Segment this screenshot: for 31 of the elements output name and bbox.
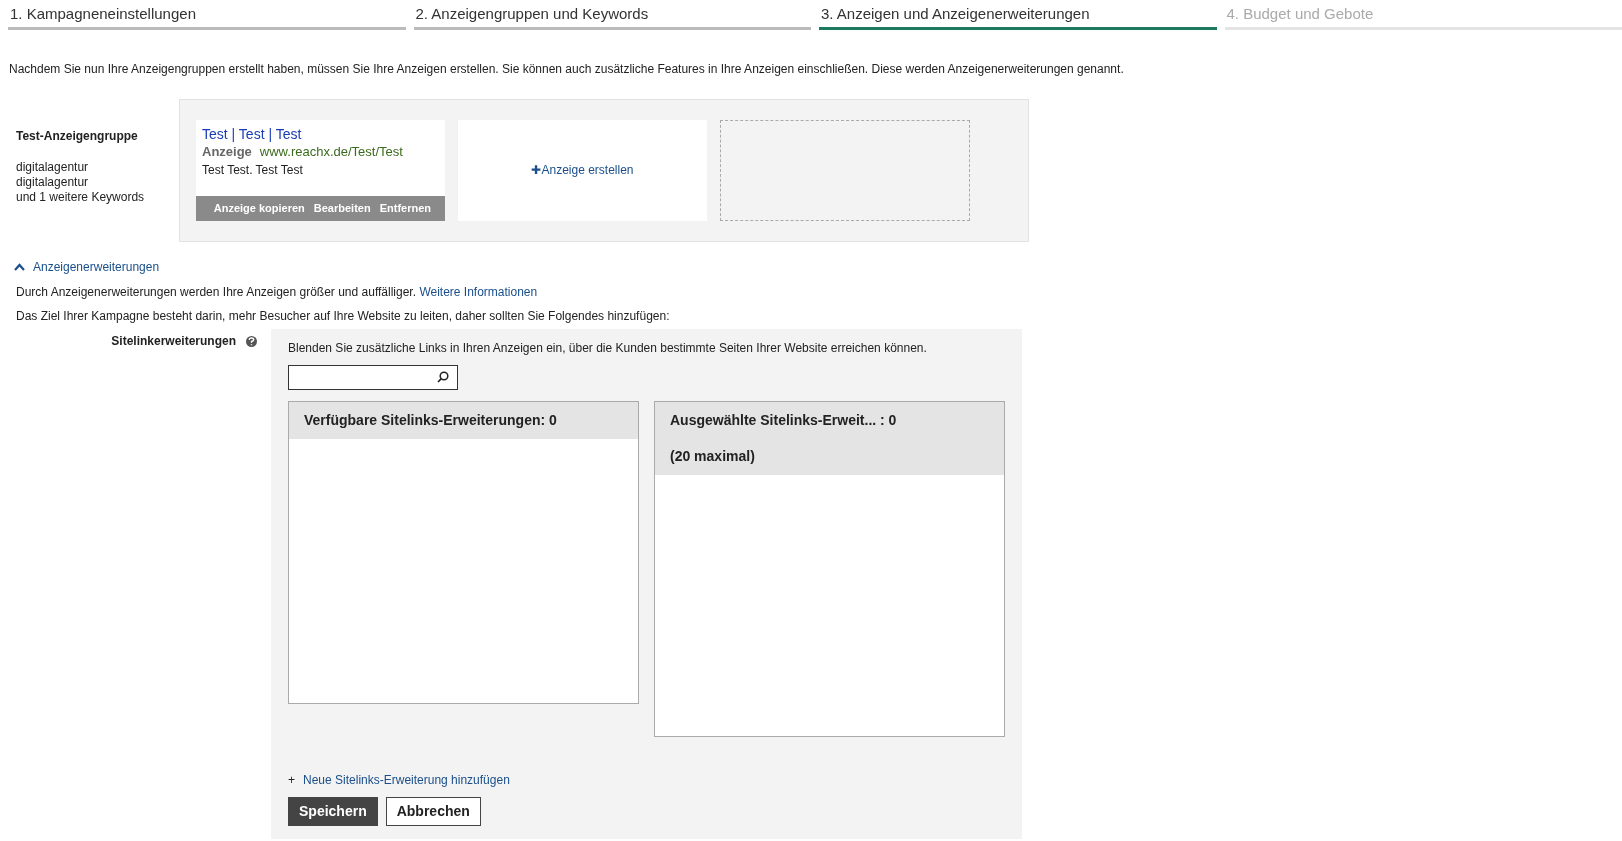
intro-text: Nachdem Sie nun Ihre Anzeigengruppen erstellt haben, müssen Sie Ihre Anzeigen erstellen. Sie können auch zusätzliche Features in Ihre Anzeigen einschließen. Diese werden Anzeigenerweiterungen genannt. — [8, 60, 1125, 78]
step-tab[interactable]: 3. Anzeigen und Anzeigenerweiterungen — [819, 3, 1217, 30]
ad-description: Test Test. Test Test — [202, 162, 304, 179]
step-tab[interactable]: 2. Anzeigengruppen und Keywords — [413, 3, 811, 30]
create-ad-card[interactable]: ✚Anzeige erstellen — [458, 119, 707, 221]
add-sitelink-link[interactable]: Neue Sitelinks-Erweiterung hinzufügen — [303, 770, 510, 789]
ad-url: www.reachx.de/Test/Test — [259, 142, 403, 161]
sitelinks-label: Sitelinkerweiterungen — [111, 333, 236, 348]
cancel-button[interactable]: Abbrechen — [385, 796, 481, 826]
hint-text: Blenden Sie zusätzliche Links in Ihren Anzeigen ein, über die Kunden bestimmte Seiten Ihrer Website erreichen können. — [288, 339, 928, 357]
ad-group-name: Test-Anzeigengruppe — [16, 128, 139, 144]
search-icon[interactable] — [437, 371, 449, 383]
plus-icon: ✚ — [531, 163, 542, 177]
save-button[interactable]: Speichern — [288, 796, 378, 826]
list-header-title: Ausgewählte Sitelinks-Erweit... : 0 — [669, 410, 898, 430]
more-info-link[interactable]: Weitere Informationen — [419, 284, 538, 299]
help-icon[interactable] — [246, 335, 257, 347]
max-count-text: (20 maximal) — [669, 446, 756, 466]
extensions-toggle[interactable]: Anzeigenerweiterungen — [14, 259, 1606, 275]
create-ad-label: Anzeige erstellen — [541, 163, 634, 177]
ad-headline[interactable]: Test | Test | Test — [202, 125, 439, 142]
ad-label: Anzeige — [202, 142, 252, 161]
keyword-text: digitalagentur — [16, 159, 90, 175]
keyword-text: und 1 weitere Keywords — [16, 189, 146, 205]
goal-text: Das Ziel Ihrer Kampagne besteht darin, mehr Besucher auf Ihre Website zu leiten, daher sollten Sie Folgendes hinzufügen: — [16, 308, 671, 324]
step-tab[interactable]: 1. Kampagneneinstellungen — [8, 3, 406, 30]
plus-icon: + — [288, 770, 295, 789]
list-header: Verfügbare Sitelinks-Erweiterungen: 0 — [289, 401, 638, 439]
description-text: Durch Anzeigenerweiterungen werden Ihre Anzeigen größer und auffälliger. Weitere Informationen — [16, 284, 539, 300]
keyword-text: digitalagentur — [16, 174, 90, 190]
search-field[interactable] — [288, 364, 458, 390]
